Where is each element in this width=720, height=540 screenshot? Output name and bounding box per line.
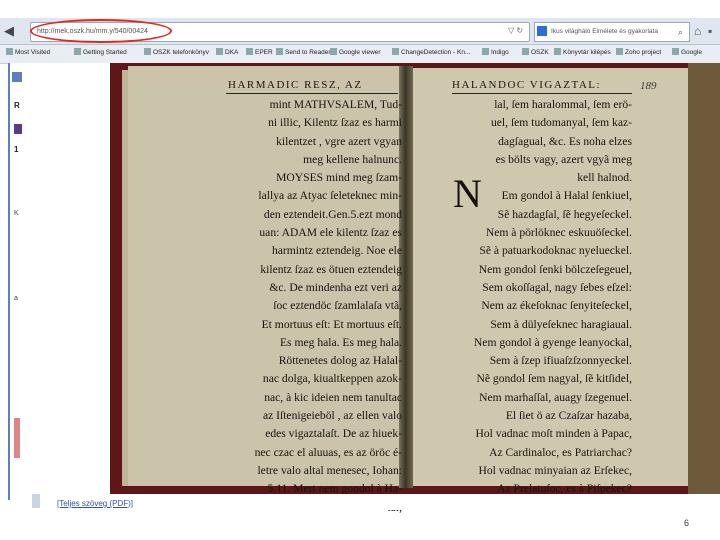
right-line: Sem à ſzep ifiuaſzſzonnyeckel. [489, 354, 632, 368]
page-edges-right [688, 63, 720, 495]
right-line: Sem à dülyeſeknec haragiaual. [490, 317, 632, 331]
bookmark-icon [672, 48, 679, 55]
right-line: Sem okoſſagal, nagy ſebes eſzel: [482, 280, 632, 294]
left-line: edes vigaztalaſt. De az hiuek- [265, 427, 402, 441]
bookmark-item[interactable]: DKA [216, 48, 238, 56]
slide-page-number: 6 [684, 518, 690, 528]
bookmark-item[interactable]: OSZK telefonkönyv [144, 48, 209, 56]
bookmark-item[interactable]: Getting Started [74, 48, 127, 56]
left-line: den eztendeit.Gen.5.ezt mond [263, 207, 402, 221]
right-line: Nẽ gondol ſem nagyal, ſẽ kitſidel, [476, 372, 632, 386]
right-running-header: HALANDOC VIGAZTAL: [452, 79, 602, 91]
right-line: lal, ſem haralommal, ſem erö- [494, 98, 632, 111]
bookmark-item[interactable]: EPER [246, 48, 273, 56]
page-left-panel [8, 63, 113, 500]
panel-letter: R [14, 101, 20, 110]
right-line: es bölts vagy, azert vgyã meg [495, 152, 632, 166]
bookmark-icon [482, 48, 489, 55]
right-line: Nem à pörlöknec eskuuöſeckel. [485, 226, 632, 240]
search-icon[interactable]: ⌕ [678, 23, 683, 41]
left-page-text: mint MATHVSALEM, Tud-ni illic, Kilentz ſ… [226, 96, 402, 517]
left-line: kilentzet , vgre azert vgyan [276, 134, 402, 148]
panel-marker [14, 418, 20, 458]
right-page-text: lal, ſem haralommal, ſem erö-uel, ſem tu… [452, 96, 632, 499]
panel-tab[interactable] [14, 124, 22, 134]
bookmark-item[interactable]: ChangeDetection - Kn... [392, 48, 470, 56]
bookmark-icon [276, 48, 283, 55]
bookmark-icon [392, 48, 399, 55]
left-line: ſoc eztendöc ſzamlalaſa vtã, [273, 299, 402, 313]
right-line: Hol vadnac moſt minden à Papac, [475, 427, 632, 441]
left-line: MOYSES mind meg ſzam- [276, 171, 402, 185]
left-line: uan: ADAM ele kilentz ſzaz es [259, 226, 402, 240]
toolbar-icon[interactable]: ▪ [708, 22, 712, 40]
header-rule [226, 93, 398, 94]
left-line: Röttenetes dolog az Halal- [278, 354, 402, 368]
right-line: dagſagual, &c. Es noha elzes [498, 134, 632, 148]
left-line: nac, à kic ideien nem tanultac [264, 390, 402, 404]
left-line: mint MATHVSALEM, Tud- [269, 98, 402, 111]
search-engine-icon [537, 26, 547, 36]
left-line: &c. De mindenha ezt veri az [269, 280, 402, 294]
panel-letter: 1 [14, 145, 19, 154]
left-running-header: HARMADIC RESZ, AZ [228, 79, 363, 91]
bookmark-item[interactable]: Könyvtár kilépés [554, 48, 611, 56]
bookmark-icon [6, 48, 13, 55]
full-text-pdf-link[interactable]: [Teljes szöveg (PDF)] [57, 499, 133, 508]
bookmark-item[interactable]: Most Visited [6, 48, 50, 56]
right-line: Sẽ à patuarkodoknac nyelueckel. [479, 244, 632, 258]
bookmark-item[interactable]: Send to Reader [276, 48, 331, 56]
left-line: az Iſtenigeieböl , az ellen valo [262, 409, 402, 423]
back-arrow-icon[interactable]: ◀ [4, 22, 18, 40]
bookmark-icon [216, 48, 223, 55]
home-icon[interactable]: ⌂ [694, 22, 701, 40]
search-box[interactable]: Ikus világháló Elmélete és gyakorlata ⌕ [534, 22, 690, 42]
left-line: kilentz ſzaz es ötuen eztendeig [260, 262, 402, 276]
left-line: letre valo altal menesec, Iohan: [257, 463, 402, 477]
search-text: Ikus világháló Elmélete és gyakorlata [551, 28, 658, 35]
right-line: uel, ſem tudomanyal, ſem kaz- [490, 116, 632, 130]
folio-number: 189 [640, 80, 657, 92]
panel-letter: K [14, 210, 19, 217]
panel-letter: a [14, 295, 18, 302]
right-line: Az Cardinaloc, es Patriarchac? [489, 445, 632, 459]
right-line: Nem az ékeſoknac ſenyiteſeckel, [481, 299, 632, 313]
bookmark-icon [616, 48, 623, 55]
bookmark-icon [554, 48, 561, 55]
panel-corner-mark [12, 72, 22, 82]
left-line: nac dolga, kiualtkeppen azok- [262, 372, 402, 386]
drop-cap: N [453, 171, 482, 216]
bookmark-item[interactable]: Indigo [482, 48, 509, 56]
left-line: nec czac el aluuas, es az öröc é- [254, 445, 402, 459]
left-line: meg kellene halnunc. [303, 152, 402, 166]
right-line: Hol vadnac minyaian az Erſekec, [478, 463, 632, 477]
left-line: Et mortuus eſt: Et mortuus eſt. [261, 317, 402, 331]
url-highlight-circle [30, 19, 172, 43]
bookmark-icon [522, 48, 529, 55]
right-line: Nem marhaſſal, auagy ſzegenuel. [479, 390, 632, 404]
right-line: El ſiet ö az Czaſzar hazaba, [505, 409, 632, 423]
bookmark-icon [330, 48, 337, 55]
right-line: Nem gondol à gyenge leanyockal, [473, 335, 632, 349]
right-line: Nem gondol ſenki bölczeſegeuel, [478, 262, 632, 276]
bookmark-icon [246, 48, 253, 55]
footer-edge [32, 494, 40, 508]
reload-icon[interactable]: ▽ ↻ [508, 22, 523, 40]
header-rule [452, 93, 632, 94]
bookmark-item[interactable]: Google viewer [330, 48, 381, 56]
left-line: ni illic, Kilentz ſzaz es harmi [268, 116, 402, 130]
left-line: harmintz eztendeig. Noe ele [271, 244, 402, 258]
left-line: lallya az Atyac ſeleteknec min- [258, 189, 402, 203]
left-line: Es meg hala. Es meg hala. [279, 335, 402, 349]
bookmark-item[interactable]: Google [672, 48, 702, 56]
bookmark-icon [144, 48, 151, 55]
bookmark-icon [74, 48, 81, 55]
bookmarks-toolbar: Most Visited Getting Started OSZK telefo… [0, 45, 720, 64]
bookmark-item[interactable]: OSZK [522, 48, 549, 56]
bookmark-item[interactable]: Zoho project [616, 48, 661, 56]
